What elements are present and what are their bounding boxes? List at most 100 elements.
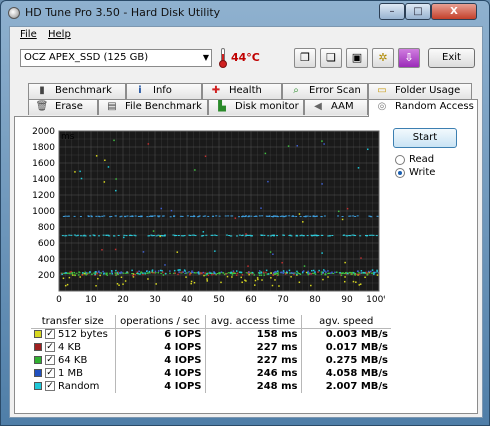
series-point <box>296 270 298 273</box>
series-point <box>109 272 111 275</box>
outlier-point <box>321 183 323 185</box>
tab-folder-usage[interactable]: ▭ Folder Usage <box>368 83 472 99</box>
outlier-point <box>113 139 115 142</box>
series-point <box>327 270 329 272</box>
outlier-point <box>104 159 106 162</box>
tab-error-scan[interactable]: ⌕ Error Scan <box>282 83 368 99</box>
series-checkbox[interactable]: ✓ <box>45 355 55 365</box>
band-point <box>68 234 71 236</box>
save-button[interactable]: ▣ <box>346 48 368 68</box>
series-checkbox[interactable]: ✓ <box>45 329 55 340</box>
tab-file-benchmark-label: File Benchmark <box>125 101 202 112</box>
transfer-size-label: 1 MB <box>58 368 84 379</box>
menu-file[interactable]: File <box>20 29 37 40</box>
band-point <box>314 216 317 218</box>
thermometer-icon <box>218 48 228 68</box>
tab-erase[interactable]: 🗑 Erase <box>28 99 98 115</box>
temperature-readout: 44°C <box>231 51 260 64</box>
band-point <box>243 215 246 217</box>
menu-help[interactable]: Help <box>48 29 71 40</box>
series-checkbox[interactable]: ✓ <box>45 368 55 378</box>
drive-select[interactable]: OCZ APEX_SSD (125 GB) ▼ <box>20 49 212 67</box>
outlier-point <box>142 251 145 253</box>
tab-benchmark[interactable]: ▮ Benchmark <box>28 83 126 99</box>
tab-file-benchmark[interactable]: ▤ File Benchmark <box>98 99 208 115</box>
series-point <box>352 280 355 283</box>
tab-aam[interactable]: ◀ AAM <box>304 99 368 115</box>
download-button[interactable]: ⇩ <box>398 48 420 68</box>
outlier-point <box>123 236 125 239</box>
read-radio[interactable]: Read <box>395 154 475 166</box>
band-point <box>299 235 302 237</box>
outlier-point <box>147 143 150 145</box>
tab-disk-monitor[interactable]: ▙ Disk monitor <box>208 99 304 115</box>
copy-screenshot-button[interactable]: ❏ <box>320 48 342 68</box>
close-button[interactable]: X <box>431 3 477 20</box>
series-point <box>339 272 341 274</box>
exit-button[interactable]: Exit <box>428 48 475 68</box>
outlier-point <box>176 251 179 253</box>
band-point <box>92 272 95 274</box>
series-color-swatch <box>34 369 42 377</box>
file-benchmark-icon: ▤ <box>107 101 117 112</box>
table-row: ✓ 1 MB 4 IOPS 246 ms 4.058 MB/s <box>31 367 391 380</box>
series-point <box>71 272 73 275</box>
chevron-down-icon[interactable]: ▼ <box>203 50 209 66</box>
series-point <box>253 274 256 276</box>
series-point <box>254 279 257 282</box>
band-point <box>306 215 309 217</box>
band-point <box>345 235 348 237</box>
outlier-point <box>214 250 216 252</box>
tab-health-label: Health <box>229 85 262 96</box>
series-point <box>318 269 320 272</box>
start-button[interactable]: Start <box>393 128 457 148</box>
series-color-swatch <box>34 356 42 364</box>
band-point <box>174 235 177 237</box>
series-point <box>137 272 139 275</box>
band-point <box>238 216 241 218</box>
outlier-point <box>321 252 323 254</box>
maximize-button[interactable]: □ <box>405 3 431 20</box>
tab-health[interactable]: ✚ Health <box>202 83 282 99</box>
outlier-point <box>170 209 173 212</box>
band-point <box>155 235 158 237</box>
band-point <box>169 216 172 218</box>
series-point <box>134 273 137 276</box>
drive-select-value: OCZ APEX_SSD (125 GB) <box>24 52 149 63</box>
series-point <box>202 271 205 274</box>
band-point <box>225 234 228 236</box>
series-checkbox[interactable]: ✓ <box>45 342 55 352</box>
band-point <box>296 235 299 237</box>
series-point <box>351 271 354 274</box>
band-point <box>368 234 371 236</box>
series-checkbox[interactable]: ✓ <box>45 381 55 391</box>
minimize-button[interactable]: – <box>379 3 405 20</box>
series-point <box>206 278 208 280</box>
series-point <box>277 274 279 276</box>
band-point <box>117 234 120 236</box>
series-point <box>346 272 349 275</box>
series-point <box>345 271 347 274</box>
write-radio[interactable]: Write <box>395 167 475 179</box>
header-operations: operations / sec <box>115 315 206 329</box>
options-button[interactable]: ✲ <box>372 48 394 68</box>
series-point <box>248 271 250 274</box>
series-point <box>299 273 302 276</box>
tab-info[interactable]: i Info <box>126 83 202 99</box>
series-point <box>280 271 283 274</box>
series-point <box>116 283 119 285</box>
tab-random-access[interactable]: ◎ Random Access <box>368 99 478 117</box>
series-point <box>354 273 356 276</box>
series-point <box>222 272 225 274</box>
series-point <box>356 270 359 272</box>
series-point <box>220 271 223 273</box>
series-point <box>274 273 277 275</box>
tab-error-scan-label: Error Scan <box>309 85 361 96</box>
copy-info-button[interactable]: ❐ <box>294 48 316 68</box>
copy-info-icon: ❐ <box>300 51 310 64</box>
speed-cell: 0.275 MB/s <box>325 355 388 366</box>
tab-info-label: Info <box>153 85 172 96</box>
series-point <box>183 269 186 271</box>
title-bar[interactable]: HD Tune Pro 3.50 - Hard Disk Utility – □… <box>1 1 489 25</box>
series-point <box>102 270 104 273</box>
